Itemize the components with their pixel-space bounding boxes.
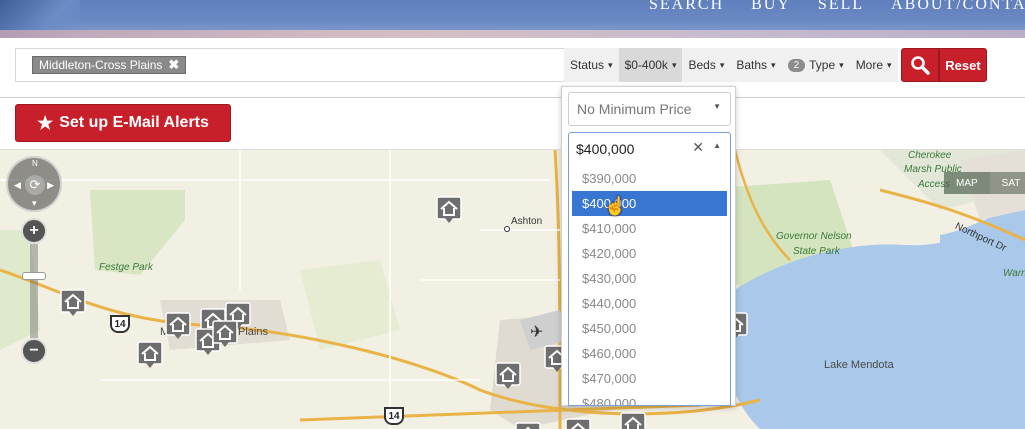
location-tag: Middleton-Cross Plains ✖ (32, 56, 187, 74)
price-option[interactable]: $450,000 (572, 316, 727, 341)
remove-tag-icon[interactable]: ✖ (168, 57, 179, 73)
place-festge-park: Festge Park (99, 262, 153, 273)
price-option[interactable]: $440,000 (572, 291, 727, 316)
house-marker-icon[interactable] (620, 412, 646, 429)
hand-cursor-icon: ☝ (604, 196, 627, 216)
pan-right-icon[interactable]: ▶ (47, 180, 54, 191)
highway-shield: 14 (384, 407, 404, 425)
price-option[interactable]: $470,000 (572, 366, 727, 391)
nav-sell[interactable]: SELL (818, 0, 864, 14)
star-icon: ★ (37, 112, 54, 133)
chevron-down-icon: ▾ (608, 59, 613, 70)
clear-icon[interactable]: ✕ (692, 139, 704, 156)
map-type-map[interactable]: MAP (944, 172, 990, 194)
site-header: SEARCH BUY SELL ABOUT/CONTA (0, 0, 1025, 38)
airport-icon: ✈ (530, 324, 544, 341)
north-label: N (32, 159, 38, 168)
chevron-down-icon: ▾ (671, 59, 677, 70)
magnifier-icon (911, 56, 930, 75)
house-marker-icon[interactable] (495, 362, 521, 390)
house-marker-icon[interactable] (60, 289, 86, 317)
max-price-input[interactable]: $400,000 ✕ ▲ (569, 133, 730, 165)
place-state-park: State Park (793, 246, 840, 257)
min-price-value: No Minimum Price (577, 101, 692, 117)
house-marker-icon[interactable] (165, 312, 191, 340)
chevron-down-icon: ▾ (719, 59, 725, 70)
pan-left-icon[interactable]: ◀ (14, 180, 21, 191)
max-price-combobox: $400,000 ✕ ▲ $390,000 $400,000 $410,000 $42… (568, 132, 731, 406)
price-option[interactable]: $390,000 (572, 166, 727, 191)
rotate-reset-icon[interactable]: ⟳ (25, 175, 45, 195)
price-dropdown: No Minimum Price ▼ $400,000 ✕ ▲ $390,000… (561, 86, 736, 406)
place-ashton: Ashton (511, 216, 543, 227)
pan-down-icon[interactable]: ▾ (32, 198, 37, 209)
place-lake-mendota: Lake Mendota (824, 359, 894, 371)
chevron-down-icon: ▾ (839, 59, 844, 70)
email-alerts-button[interactable]: ★ Set up E-Mail Alerts (15, 104, 231, 142)
price-filter[interactable]: $0-400k ▾ (618, 48, 683, 82)
min-price-select[interactable]: No Minimum Price ▼ (568, 92, 731, 126)
zoom-slider-track[interactable] (30, 244, 38, 338)
house-marker-icon[interactable] (137, 341, 163, 369)
nav-about-contact[interactable]: ABOUT/CONTA (891, 0, 1025, 14)
place-governor-nelson: Governor Nelson (776, 231, 852, 242)
house-marker-icon[interactable] (515, 422, 541, 429)
price-option[interactable]: $480,000 (572, 391, 727, 405)
type-filter[interactable]: 2 Type ▾ (781, 48, 850, 82)
chevron-down-icon: ▾ (771, 59, 776, 70)
max-price-value: $400,000 (576, 141, 635, 157)
price-option[interactable]: $420,000 (572, 241, 727, 266)
place-cherokee: Cherokee (908, 150, 952, 161)
price-option[interactable]: $460,000 (572, 341, 727, 366)
compass-control[interactable]: N ◀ ▶ ▾ ⟳ (6, 156, 62, 212)
zoom-out-button[interactable]: − (21, 338, 47, 364)
house-marker-icon[interactable] (565, 418, 591, 429)
type-count-badge: 2 (787, 58, 806, 72)
price-option[interactable]: $430,000 (572, 266, 727, 291)
max-price-options: $390,000 $400,000 $410,000 $420,000 $430,000… (569, 166, 730, 405)
nav-buy[interactable]: BUY (751, 0, 791, 14)
beds-filter-label: Beds (688, 58, 716, 72)
location-tag-label: Middleton-Cross Plains (39, 58, 163, 72)
zoom-slider-thumb[interactable] (22, 272, 46, 280)
map-type-toggle: MAP SAT (944, 172, 1025, 194)
nav-search[interactable]: SEARCH (649, 0, 724, 14)
chevron-up-icon[interactable]: ▲ (713, 141, 721, 150)
baths-filter-label: Baths (736, 58, 768, 72)
more-filter-label: More (855, 58, 884, 72)
reset-button[interactable]: Reset (939, 48, 987, 82)
chevron-down-icon: ▼ (713, 102, 721, 111)
price-option[interactable]: $400,000 (572, 191, 727, 216)
more-filter[interactable]: More ▾ (849, 48, 898, 82)
chevron-down-icon: ▾ (887, 59, 892, 70)
location-search-input[interactable]: Middleton-Cross Plains ✖ (15, 48, 565, 82)
house-marker-icon[interactable] (436, 196, 462, 224)
zoom-in-button[interactable]: + (21, 218, 47, 244)
map-view[interactable]: Ashton Festge Park M Plains Governor Nel… (0, 150, 1025, 429)
highway-shield: 14 (110, 315, 130, 333)
filter-bar: Status ▾ $0-400k ▾ Beds ▾ Baths ▾ 2 Type… (564, 48, 898, 82)
email-alerts-label: Set up E-Mail Alerts (59, 114, 209, 131)
place-warner-park: Warner Pa (1003, 268, 1025, 279)
status-filter[interactable]: Status ▾ (564, 48, 619, 82)
map-type-satellite[interactable]: SAT (989, 172, 1025, 194)
price-option[interactable]: $410,000 (572, 216, 727, 241)
zoom-control: + − (21, 218, 47, 364)
type-filter-label: Type (809, 58, 836, 72)
baths-filter[interactable]: Baths ▾ (730, 48, 782, 82)
search-button[interactable] (901, 48, 939, 82)
status-filter-label: Status (570, 58, 605, 72)
header-stripe (0, 30, 1025, 38)
beds-filter[interactable]: Beds ▾ (682, 48, 731, 82)
house-marker-icon[interactable] (212, 320, 238, 348)
search-bar: Middleton-Cross Plains ✖ Status ▾ $0-400… (0, 38, 1025, 98)
price-filter-label: $0-400k (624, 58, 668, 72)
main-nav: SEARCH BUY SELL ABOUT/CONTA (649, 0, 1025, 14)
alerts-row: ★ Set up E-Mail Alerts (0, 98, 1025, 150)
